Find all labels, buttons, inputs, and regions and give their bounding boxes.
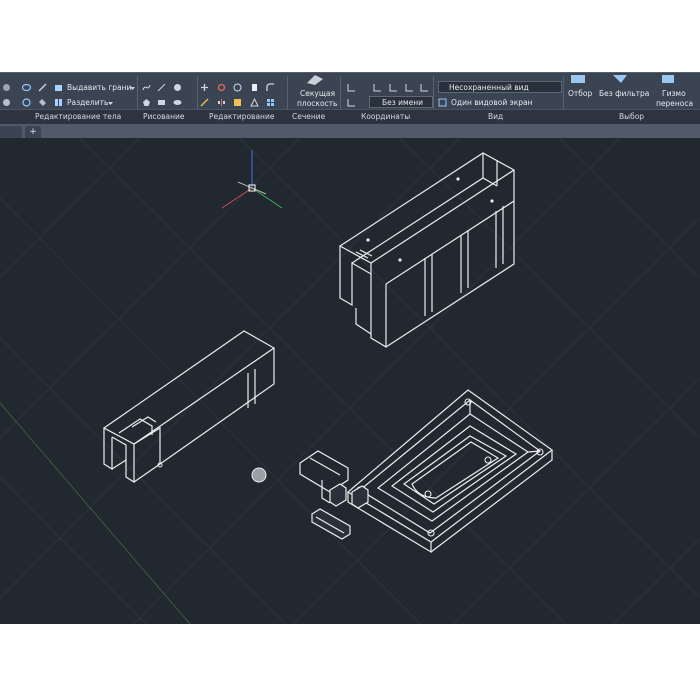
ellipse-icon[interactable] (173, 98, 182, 107)
ucs-3point-icon[interactable] (420, 83, 429, 92)
panel-draw[interactable]: Рисование (143, 112, 185, 121)
chevron-down-icon[interactable] (106, 99, 115, 108)
file-tab-strip (0, 124, 700, 138)
view-icon[interactable] (22, 83, 31, 92)
small-bracket-part[interactable] (329, 483, 369, 509)
solid-icon[interactable] (2, 83, 11, 92)
offset-icon[interactable] (233, 83, 242, 92)
separate-icon[interactable] (54, 98, 63, 107)
polygon-icon[interactable] (142, 98, 151, 107)
model-viewport[interactable] (0, 138, 700, 624)
ribbon-panel-titles: Редактирование тела Рисование Редактиров… (0, 109, 700, 125)
named-ucs-dropdown[interactable]: Без имени (369, 96, 433, 108)
panel-modify[interactable]: Редактирование (209, 112, 274, 121)
panel-solid-editing[interactable]: Редактирование тела (35, 112, 121, 121)
viewport-icon[interactable] (438, 98, 447, 107)
gizmo-icon[interactable] (660, 73, 676, 85)
section-plane-icon[interactable] (305, 73, 325, 85)
named-ucs-value: Без имени (382, 98, 424, 107)
taper-icon[interactable] (38, 83, 47, 92)
ball-part[interactable] (251, 467, 267, 483)
spline-icon[interactable] (142, 83, 151, 92)
fillet-icon[interactable] (266, 83, 275, 92)
section-plane-button-line1[interactable]: Секущая (300, 89, 335, 98)
new-tab-button[interactable]: + (25, 126, 41, 138)
scale-icon[interactable] (233, 98, 242, 107)
ucs-world-icon[interactable] (373, 83, 382, 92)
culling-icon[interactable] (570, 74, 586, 84)
panel-coordinates[interactable]: Координаты (361, 112, 410, 121)
filter-icon[interactable] (612, 74, 628, 84)
extrude-faces-button[interactable]: Выдавить грани (67, 83, 131, 92)
panel-section[interactable]: Сечение (292, 112, 325, 121)
ucs-icon (221, 150, 283, 209)
imprint-icon[interactable] (22, 98, 31, 107)
file-tab[interactable] (0, 126, 22, 138)
circle-icon[interactable] (173, 83, 182, 92)
grid (0, 138, 700, 624)
extrude-faces-icon[interactable] (54, 83, 63, 92)
long-channel-part[interactable] (102, 330, 276, 484)
selection-filter-button[interactable]: Без фильтра (599, 89, 649, 98)
model-canvas[interactable] (0, 138, 700, 624)
enclosure-housing[interactable] (338, 152, 516, 349)
ucs-origin-icon[interactable] (389, 83, 398, 92)
grid-icon[interactable] (266, 98, 275, 107)
chevron-down-icon[interactable] (128, 84, 137, 93)
gizmo-button-line2[interactable]: переноса (656, 99, 693, 108)
array-icon[interactable] (250, 98, 259, 107)
copy-icon[interactable] (250, 83, 259, 92)
saved-view-value: Несохраненный вид (449, 83, 529, 92)
trim-icon[interactable] (200, 98, 209, 107)
section-plane-button-line2[interactable]: плоскость (297, 99, 337, 108)
panel-view[interactable]: Вид (488, 112, 503, 121)
line-icon[interactable] (157, 83, 166, 92)
viewport-config-button[interactable]: Один видовой экран (451, 98, 533, 107)
panel-selection[interactable]: Выбор (619, 112, 644, 121)
ucs-z-icon[interactable] (405, 83, 414, 92)
tray-part[interactable] (346, 389, 554, 554)
ucs-view-icon[interactable] (347, 98, 356, 107)
saved-view-dropdown[interactable]: Несохраненный вид (438, 81, 562, 93)
ucs-icon[interactable] (347, 83, 356, 92)
shell-icon[interactable] (2, 98, 11, 107)
move-icon[interactable] (200, 83, 209, 92)
separate-button[interactable]: Разделить (67, 98, 108, 107)
rotate-icon[interactable] (217, 83, 226, 92)
mirror-icon[interactable] (217, 98, 226, 107)
gizmo-button-line1[interactable]: Гизмо (662, 89, 686, 98)
clean-icon[interactable] (38, 98, 47, 107)
culling-button[interactable]: Отбор (568, 89, 592, 98)
latch-part[interactable] (311, 508, 351, 540)
rectangle-icon[interactable] (157, 98, 166, 107)
